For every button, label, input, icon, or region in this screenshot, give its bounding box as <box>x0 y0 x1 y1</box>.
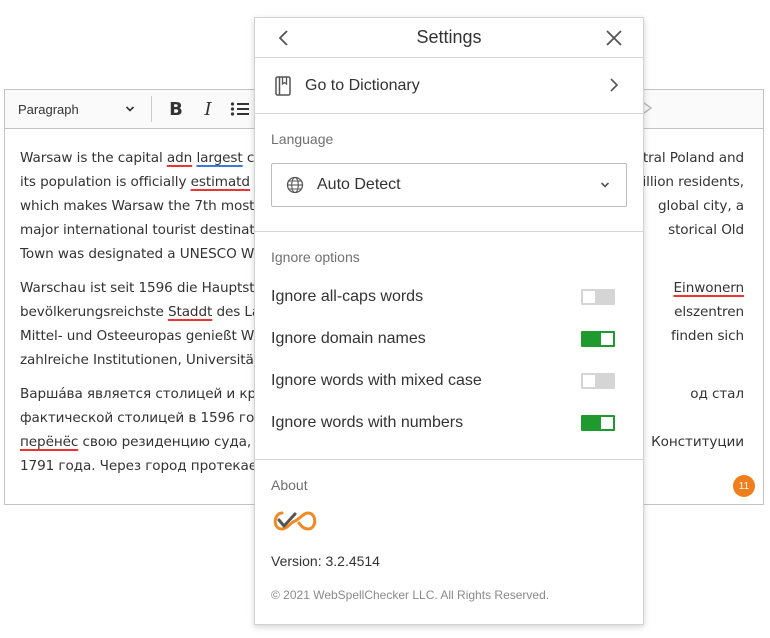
about-section-title: About <box>271 477 308 493</box>
misspelled-word[interactable]: adn <box>167 150 192 166</box>
ignore-options-section: Ignore options Ignore all-caps words Ign… <box>255 232 643 460</box>
ignore-options-list: Ignore all-caps words Ignore domain name… <box>271 276 627 444</box>
chevron-right-icon <box>610 78 619 92</box>
text-run: million residents, <box>629 174 744 190</box>
misspelled-word[interactable]: перёнёс <box>20 434 78 450</box>
toggle-knob <box>601 417 613 429</box>
language-section-title: Language <box>271 131 334 147</box>
grammar-issue-word[interactable]: largest <box>196 150 242 166</box>
settings-header: Settings <box>255 18 643 58</box>
ignore-option-label: Ignore all-caps words <box>271 288 424 305</box>
text-run: which makes Warsaw the 7th most-po <box>20 198 276 214</box>
go-to-dictionary-row[interactable]: Go to Dictionary <box>255 58 643 114</box>
text-run: zahlreiche Institutionen, Universitäter <box>20 352 273 368</box>
heading-dropdown-label: Paragraph <box>18 101 79 117</box>
text-run: Warschau ist seit 1596 die Hauptstadt <box>20 280 277 296</box>
text-run: storical Old <box>668 222 744 238</box>
ignore-options-title: Ignore options <box>271 249 360 265</box>
bulleted-list-icon <box>230 102 249 116</box>
heading-dropdown[interactable]: Paragraph <box>5 90 143 128</box>
chevron-down-icon <box>600 182 610 188</box>
ignore-domain-names-toggle[interactable] <box>581 331 615 347</box>
text-run: свою резиденцию суда, при <box>78 434 282 450</box>
ignore-option-label: Ignore words with mixed case <box>271 372 482 389</box>
version-text: Version: 3.2.4514 <box>271 553 380 569</box>
text-run: од стал <box>690 386 744 402</box>
text-run: Warsaw is the capital <box>20 150 167 166</box>
settings-title: Settings <box>416 27 482 47</box>
ignore-mixed-case-toggle[interactable] <box>581 373 615 389</box>
about-section: About Version: 3.2.4514 © 2021 WebSpellC… <box>255 460 643 602</box>
misspelled-word[interactable]: Staddt <box>168 304 212 320</box>
ignore-option-label: Ignore domain names <box>271 330 426 347</box>
chevron-left-icon[interactable] <box>277 29 291 47</box>
language-section: Language Auto Detect <box>255 114 643 232</box>
ignore-option-row: Ignore words with numbers <box>271 402 627 444</box>
text-run: фактической столицей в 1596 году, <box>20 410 276 426</box>
text-run: global city, a <box>658 198 744 214</box>
ignore-option-label: Ignore words with numbers <box>271 414 464 431</box>
toggle-knob <box>583 291 595 303</box>
webspellchecker-logo-icon <box>273 511 317 531</box>
copyright-text: © 2021 WebSpellChecker LLC. All Rights R… <box>271 588 550 602</box>
text-run: Mittel- und Osteeuropas genießt Wars <box>20 328 275 344</box>
chevron-down-icon <box>125 106 135 112</box>
misspelled-word[interactable]: Einwonern <box>674 276 745 300</box>
text-run: 1791 года. Через город протекает ре <box>20 458 286 474</box>
text-run: Town was designated a UNESCO Worl <box>20 246 271 262</box>
text-run: its population is officially <box>20 174 191 190</box>
toggle-knob <box>583 375 595 387</box>
ignore-option-row: Ignore domain names <box>271 318 627 360</box>
close-icon[interactable] <box>605 29 623 47</box>
language-dropdown[interactable]: Auto Detect <box>271 163 627 207</box>
bold-button[interactable]: B <box>160 94 192 124</box>
ignore-all-caps-toggle[interactable] <box>581 289 615 305</box>
book-icon <box>275 75 291 96</box>
text-run: finden sich <box>671 328 744 344</box>
ignore-words-with-numbers-toggle[interactable] <box>581 415 615 431</box>
ignore-option-row: Ignore words with mixed case <box>271 360 627 402</box>
go-to-dictionary-label: Go to Dictionary <box>305 76 420 94</box>
text-run: Варша́ва является столицей и крупн <box>20 386 282 402</box>
spellcheck-error-badge[interactable]: 11 <box>733 475 755 497</box>
language-dropdown-value: Auto Detect <box>317 176 401 193</box>
italic-button[interactable]: I <box>192 94 224 124</box>
bulleted-list-button[interactable] <box>224 94 256 124</box>
ignore-option-row: Ignore all-caps words <box>271 276 627 318</box>
text-run: Конституции <box>651 434 744 450</box>
misspelled-word[interactable]: estimatd <box>191 174 250 190</box>
toggle-knob <box>601 333 613 345</box>
text-run: elszentren <box>674 304 744 320</box>
globe-icon <box>286 176 304 194</box>
text-run: bevölkerungsreichste <box>20 304 168 320</box>
text-run: ntral Poland and <box>634 150 744 166</box>
toolbar-separator <box>151 96 152 122</box>
text-run: major international tourist destination <box>20 222 276 238</box>
settings-panel: Settings Go to Dictionary Language Auto … <box>254 17 644 625</box>
